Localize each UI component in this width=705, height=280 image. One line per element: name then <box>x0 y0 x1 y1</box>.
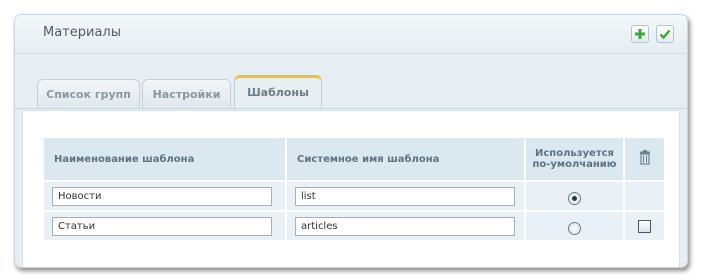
cell-delete <box>625 212 664 240</box>
table-row <box>44 212 664 240</box>
header-template-name: Наименование шаблона <box>44 138 285 180</box>
cell-delete <box>625 182 664 210</box>
system-name-input[interactable] <box>295 186 515 206</box>
system-name-input[interactable] <box>295 216 515 236</box>
header-system-name: Системное имя шаблона <box>287 138 524 180</box>
add-button[interactable] <box>631 25 649 43</box>
default-radio[interactable] <box>568 221 581 235</box>
tab-settings[interactable]: Настройки <box>142 79 231 109</box>
panel-header: Материалы <box>15 15 687 54</box>
cell-system-name <box>287 212 524 240</box>
tabs-divider <box>15 108 687 109</box>
template-name-input[interactable] <box>52 186 272 206</box>
cell-system-name <box>287 182 524 210</box>
trash-icon <box>639 150 650 165</box>
cell-default <box>526 182 623 210</box>
template-name-input[interactable] <box>52 216 272 236</box>
panel-title: Материалы <box>43 25 121 40</box>
templates-table: Наименование шаблона Системное имя шабло… <box>42 136 666 242</box>
cell-template-name <box>44 212 285 240</box>
default-radio[interactable] <box>568 191 581 205</box>
cell-default <box>526 212 623 240</box>
plus-icon <box>635 29 645 39</box>
materials-panel: Материалы Список групп Настройки Шаблоны… <box>14 14 688 268</box>
header-delete <box>625 138 664 180</box>
header-default: Используется по-умолчанию <box>526 138 623 180</box>
tab-templates[interactable]: Шаблоны <box>234 75 322 109</box>
delete-checkbox[interactable] <box>638 219 651 233</box>
header-default-line2: по-умолчанию <box>532 159 617 170</box>
check-icon <box>659 29 671 40</box>
header-default-line1: Используется <box>535 148 614 159</box>
templates-content: Наименование шаблона Системное имя шабло… <box>22 110 680 267</box>
tab-group-list[interactable]: Список групп <box>37 79 140 109</box>
save-button[interactable] <box>656 25 674 43</box>
cell-template-name <box>44 182 285 210</box>
table-row <box>44 182 664 210</box>
table-header-row: Наименование шаблона Системное имя шабло… <box>44 138 664 180</box>
